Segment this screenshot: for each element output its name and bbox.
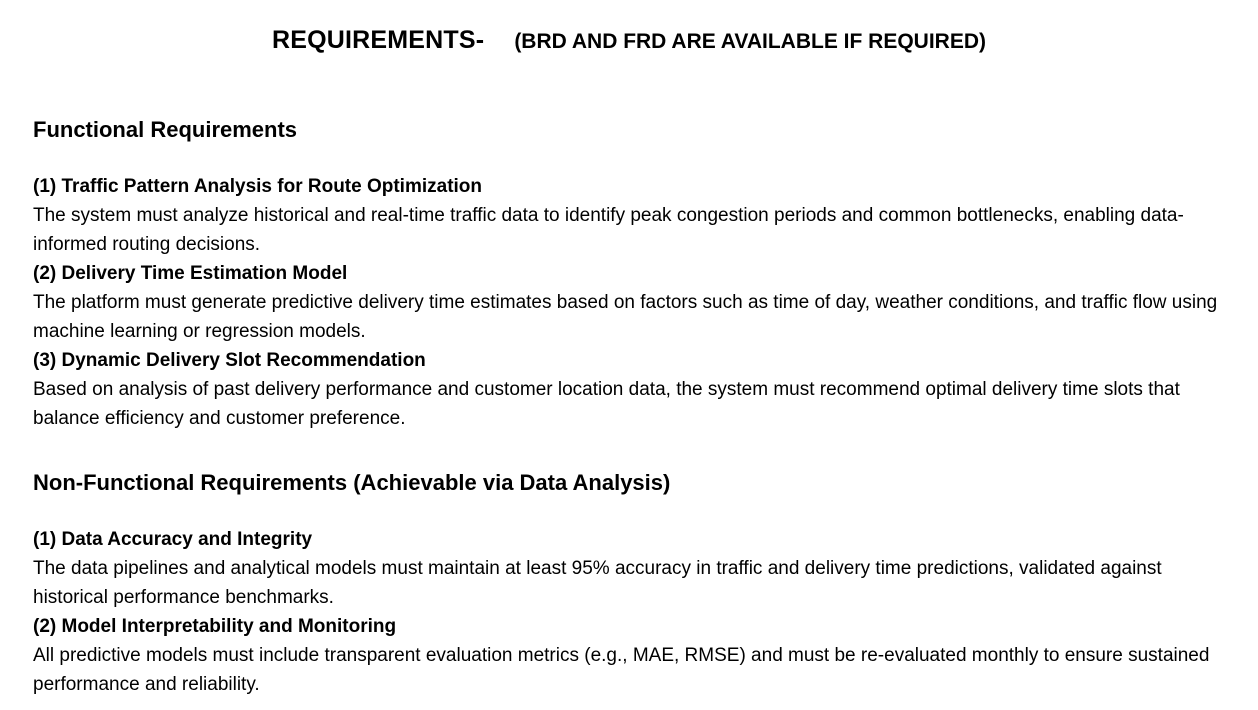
requirement-title: (2) Delivery Time Estimation Model [33, 263, 348, 284]
requirement-body: Based on analysis of past delivery perfo… [33, 379, 1180, 429]
functional-requirement-3: (3) Dynamic Delivery Slot Recommendation… [33, 346, 1233, 433]
requirement-body: All predictive models must include trans… [33, 645, 1210, 695]
functional-requirements-heading: Functional Requirements [33, 117, 298, 142]
functional-requirement-2: (2) Delivery Time Estimation Model The p… [33, 259, 1233, 346]
title-note: (BRD AND FRD ARE AVAILABLE IF REQUIRED) [514, 30, 987, 53]
requirements-slide: REQUIREMENTS- (BRD AND FRD ARE AVAILABLE … [0, 0, 1258, 710]
non-functional-requirement-1: (1) Data Accuracy and Integrity The data… [33, 525, 1233, 612]
requirement-title: (1) Data Accuracy and Integrity [33, 529, 313, 550]
requirement-title: (2) Model Interpretability and Monitorin… [33, 616, 397, 637]
requirement-title: (3) Dynamic Delivery Slot Recommendation [33, 350, 426, 371]
requirement-body: The platform must generate predictive de… [33, 292, 1218, 342]
title-main: REQUIREMENTS- [271, 26, 485, 54]
slide-title: REQUIREMENTS- (BRD AND FRD ARE AVAILABLE … [0, 26, 1258, 55]
requirement-body: The data pipelines and analytical models… [33, 558, 1162, 608]
non-functional-requirements-heading: Non-Functional Requirements (Achievable … [33, 470, 671, 495]
functional-requirement-1: (1) Traffic Pattern Analysis for Route O… [33, 172, 1233, 259]
slide-content: Functional Requirements (1) Traffic Patt… [33, 113, 1233, 699]
non-functional-requirement-2: (2) Model Interpretability and Monitorin… [33, 612, 1233, 699]
requirement-body: The system must analyze historical and r… [33, 205, 1184, 255]
requirement-title: (1) Traffic Pattern Analysis for Route O… [33, 176, 483, 197]
